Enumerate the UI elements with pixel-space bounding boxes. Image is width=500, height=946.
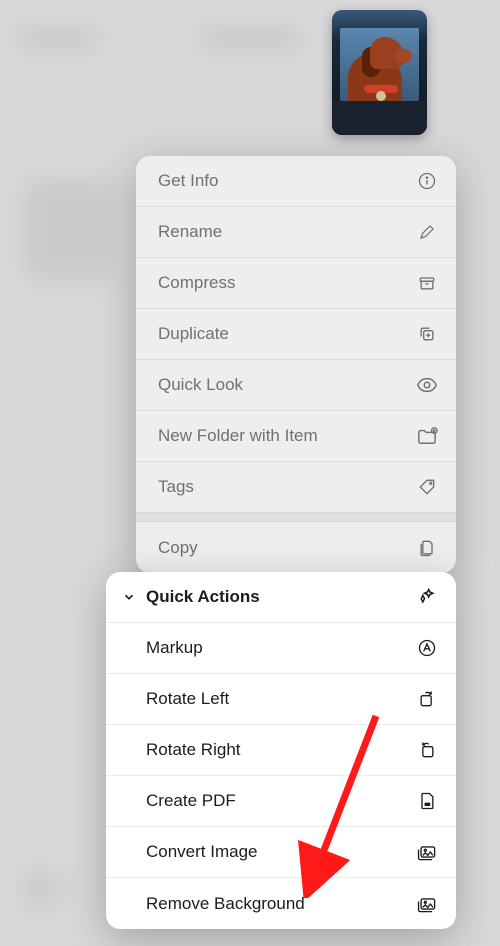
menu-item-label: Quick Look: [158, 375, 243, 395]
remove-background-icon: [416, 893, 438, 915]
panel-item-rotate-left[interactable]: Rotate Left: [106, 674, 456, 725]
context-menu: Get Info Rename Compress Duplicate: [136, 156, 456, 573]
panel-item-remove-background[interactable]: Remove Background: [106, 878, 456, 929]
copy-icon: [416, 537, 438, 559]
menu-item-copy[interactable]: Copy: [136, 522, 456, 573]
menu-separator: [136, 513, 456, 522]
menu-item-label: Get Info: [158, 171, 218, 191]
menu-item-label: Duplicate: [158, 324, 229, 344]
eye-icon: [416, 374, 438, 396]
menu-item-label: Tags: [158, 477, 194, 497]
convert-image-icon: [416, 841, 438, 863]
menu-item-duplicate[interactable]: Duplicate: [136, 309, 456, 360]
menu-item-rename[interactable]: Rename: [136, 207, 456, 258]
panel-item-create-pdf[interactable]: Create PDF: [106, 776, 456, 827]
menu-item-quick-look[interactable]: Quick Look: [136, 360, 456, 411]
panel-item-markup[interactable]: Markup: [106, 623, 456, 674]
menu-item-label: Compress: [158, 273, 235, 293]
duplicate-icon: [416, 323, 438, 345]
info-icon: [416, 170, 438, 192]
menu-item-get-info[interactable]: Get Info: [136, 156, 456, 207]
sparkle-icon: [416, 586, 438, 608]
rotate-right-icon: [416, 739, 438, 761]
quick-actions-panel: Quick Actions Markup Rotate Left Rotate …: [106, 572, 456, 929]
panel-item-label: Create PDF: [146, 791, 236, 811]
menu-item-tags[interactable]: Tags: [136, 462, 456, 513]
quick-actions-header[interactable]: Quick Actions: [106, 572, 456, 623]
rotate-left-icon: [416, 688, 438, 710]
menu-item-compress[interactable]: Compress: [136, 258, 456, 309]
markup-icon: [416, 637, 438, 659]
quick-actions-title: Quick Actions: [146, 587, 260, 607]
panel-item-rotate-right[interactable]: Rotate Right: [106, 725, 456, 776]
menu-item-new-folder[interactable]: New Folder with Item: [136, 411, 456, 462]
panel-item-label: Rotate Left: [146, 689, 229, 709]
chevron-down-icon: [118, 586, 140, 608]
file-thumbnail[interactable]: [332, 10, 427, 135]
menu-item-label: New Folder with Item: [158, 426, 318, 446]
panel-item-label: Convert Image: [146, 842, 258, 862]
archive-icon: [416, 272, 438, 294]
panel-item-convert-image[interactable]: Convert Image: [106, 827, 456, 878]
menu-item-label: Copy: [158, 538, 198, 558]
pdf-icon: [416, 790, 438, 812]
panel-item-label: Markup: [146, 638, 203, 658]
new-folder-icon: [416, 425, 438, 447]
tag-icon: [416, 476, 438, 498]
panel-item-label: Rotate Right: [146, 740, 241, 760]
pencil-icon: [416, 221, 438, 243]
panel-item-label: Remove Background: [146, 894, 305, 914]
menu-item-label: Rename: [158, 222, 222, 242]
